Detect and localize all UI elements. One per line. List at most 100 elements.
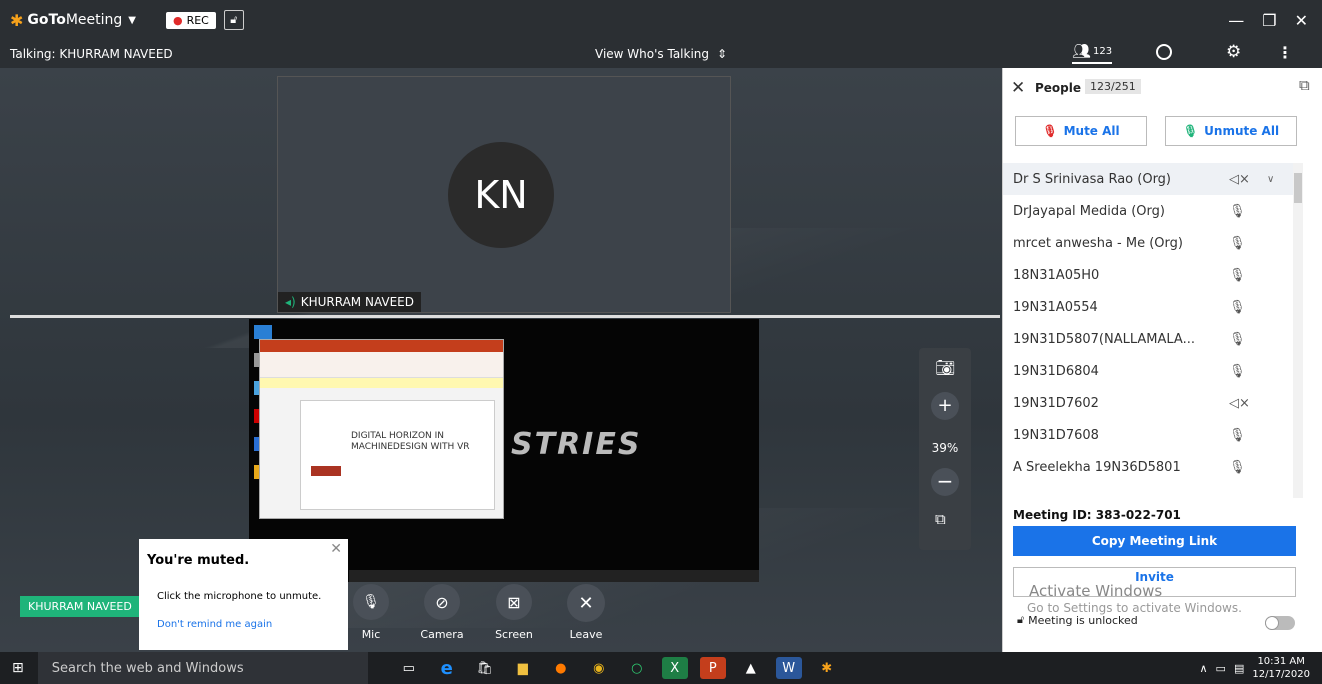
copy-link-button[interactable]: Copy Meeting Link [1013, 526, 1296, 556]
chrome-icon[interactable]: ◉ [586, 657, 612, 679]
updown-chevron-icon: ⇕ [717, 47, 728, 61]
speaker-muted-icon[interactable]: ◁× [1229, 172, 1250, 187]
close-window-button[interactable]: ✕ [1295, 11, 1308, 30]
meeting-unlocked-label: Meeting is unlocked [1028, 613, 1138, 627]
word-icon[interactable]: W [775, 657, 802, 679]
zoom-in-icon[interactable]: + [931, 392, 959, 420]
meeting-lock-row: 🔓︎ Meeting is unlocked [1017, 613, 1138, 627]
shared-taskbar [349, 570, 759, 582]
powerpoint-window: DIGITAL HORIZON IN MACHINEDESIGN WITH VR [259, 339, 504, 519]
file-explorer-icon[interactable]: ▆ [510, 657, 536, 679]
list-item[interactable]: 19N31A0554 🎙︎ [1003, 291, 1303, 323]
list-item[interactable]: Dr S Srinivasa Rao (Org) ◁× ∨ [1003, 163, 1303, 195]
mic-muted-icon[interactable]: 🎙︎ [1229, 268, 1246, 283]
mic-muted-icon[interactable]: 🎙︎ [1229, 364, 1246, 379]
goto-logo-icon: ✱ [10, 10, 24, 30]
mic-muted-icon[interactable]: 🎙︎ [1229, 236, 1246, 251]
talking-indicator: Talking: KHURRAM NAVEED [10, 47, 173, 61]
video-stage: KN ◂) KHURRAM NAVEED DIGITAL HORIZON IN … [0, 68, 1002, 652]
gear-icon[interactable]: ⚙ [1226, 42, 1241, 62]
clock-time[interactable]: 10:31 AM [1252, 655, 1310, 668]
app-menu[interactable]: ✱ GoTo Meeting ▼ [10, 11, 136, 30]
list-item[interactable]: 19N31D7602 ◁× [1003, 387, 1303, 419]
list-item[interactable]: A Sreelekha 19N36D5801 🎙︎ [1003, 451, 1303, 483]
mic-icon: 🎙︎ [1182, 124, 1199, 138]
mic-muted-icon[interactable]: 🎙︎ [1229, 428, 1246, 443]
more-vertical-icon[interactable]: ⋮ [1277, 43, 1293, 62]
chat-icon[interactable] [1156, 44, 1172, 60]
muted-popup: ✕ You're muted. Click the microphone to … [139, 539, 348, 650]
notification-icon[interactable]: ▤ [1234, 662, 1244, 675]
people-count-badge: 123/251 [1085, 79, 1141, 94]
participant-name: mrcet anwesha - Me (Org) [1013, 235, 1183, 251]
unlock-icon: 🔓︎ [1017, 613, 1025, 626]
mic-muted-icon[interactable]: 🎙︎ [1229, 300, 1246, 315]
pop-out-icon[interactable]: ⧉ [935, 510, 946, 528]
minimize-button[interactable]: — [1228, 11, 1244, 30]
lock-toggle[interactable] [1265, 616, 1295, 630]
chevron-down-icon[interactable]: ∨ [1267, 174, 1274, 185]
powerpoint-icon[interactable]: P [699, 657, 726, 679]
participant-name: 19N31D6804 [1013, 363, 1099, 379]
divider[interactable] [10, 315, 1000, 318]
tray-chevron-icon[interactable]: ∧ [1199, 662, 1207, 675]
people-panel: ✕ People 123/251 ⧉ 🎙︎ Mute All 🎙︎ Unmute… [1002, 68, 1322, 652]
people-list: Dr S Srinivasa Rao (Org) ◁× ∨ DrJayapal Me… [1003, 163, 1306, 498]
mic-muted-icon[interactable]: 🎙︎ [1229, 204, 1246, 219]
panel-toolbar: 👥︎ 123 ⚙ ⋮ [1002, 40, 1322, 68]
mic-muted-icon[interactable]: 🎙︎ [1229, 460, 1246, 475]
app-ring-icon[interactable]: ○ [624, 657, 650, 679]
lock-button[interactable]: 🔓︎ [223, 10, 244, 30]
camera-snapshot-icon[interactable]: 📷︎ [935, 358, 955, 377]
view-label: View Who's Talking [595, 47, 710, 61]
excel-icon[interactable]: X [661, 657, 688, 679]
copy-link-label: Copy Meeting Link [1091, 534, 1218, 548]
list-item[interactable]: 19N31D5807(NALLAMALA... 🎙︎ [1003, 323, 1303, 355]
dont-remind-link[interactable]: Don't remind me again [157, 619, 272, 630]
list-item[interactable]: mrcet anwesha - Me (Org) 🎙︎ [1003, 227, 1303, 259]
camera-button[interactable]: ⊘ [424, 584, 460, 620]
list-item[interactable]: DrJayapal Medida (Org) 🎙︎ [1003, 195, 1303, 227]
list-item[interactable]: 18N31A05H0 🎙︎ [1003, 259, 1303, 291]
panel-title: People [1035, 81, 1082, 95]
leave-button[interactable]: ✕ [567, 584, 605, 622]
edge-icon[interactable]: e [434, 657, 460, 679]
list-scrollbar[interactable] [1293, 163, 1303, 498]
mute-all-button[interactable]: 🎙︎ Mute All [1015, 116, 1147, 146]
list-item[interactable]: 19N31D7608 🎙︎ [1003, 419, 1303, 451]
photos-icon[interactable]: ▲ [738, 657, 764, 679]
store-icon[interactable]: 🛍︎ [472, 657, 498, 679]
close-icon[interactable]: ✕ [330, 541, 342, 557]
firefox-icon[interactable]: ● [548, 657, 574, 679]
list-item[interactable]: 19N31D6804 🎙︎ [1003, 355, 1303, 387]
view-whos-talking-dropdown[interactable]: View Who's Talking ⇕ [595, 47, 727, 61]
chevron-down-icon: ▼ [128, 14, 136, 26]
screen-button[interactable]: ⊠ [496, 584, 532, 620]
zoom-out-icon[interactable]: − [931, 468, 959, 496]
speaker-muted-icon[interactable]: ◁× [1229, 396, 1250, 411]
rec-button[interactable]: ● REC [165, 11, 216, 29]
gotomeeting-icon[interactable]: ✱ [814, 657, 840, 679]
participant-name: 19N31D7608 [1013, 427, 1099, 443]
people-tab[interactable]: 👥︎ 123 [1072, 42, 1113, 64]
windows-start-icon[interactable]: ⊞ [12, 660, 24, 676]
mic-muted-icon: 🎙︎ [1042, 124, 1058, 138]
close-panel-icon[interactable]: ✕ [1011, 78, 1025, 98]
self-name: KHURRAM NAVEED [28, 600, 132, 613]
zoom-level: 39% [931, 441, 959, 455]
unmute-all-button[interactable]: 🎙︎ Unmute All [1165, 116, 1297, 146]
clock-date[interactable]: 12/17/2020 [1252, 668, 1310, 681]
restore-button[interactable]: ❐ [1262, 11, 1276, 30]
mic-muted-icon[interactable]: 🎙︎ [1229, 332, 1246, 347]
app-name-bold: GoTo [27, 12, 66, 28]
muted-body: Click the microphone to unmute. [157, 591, 322, 602]
taskbar-search[interactable]: Search the web and Windows [37, 652, 368, 684]
windows-taskbar: ⊞ Search the web and Windows ▭ e 🛍︎ ▆ ● … [0, 652, 1322, 684]
leave-label: Leave [569, 628, 603, 641]
network-icon[interactable]: ▭ [1216, 662, 1226, 675]
task-view-icon[interactable]: ▭ [396, 657, 422, 679]
speaking-icon: ◂) [285, 295, 296, 309]
scrollbar-thumb[interactable] [1294, 173, 1302, 203]
pop-out-panel-icon[interactable]: ⧉ [1299, 76, 1310, 94]
mic-button[interactable]: 🎙︎ [353, 584, 389, 620]
